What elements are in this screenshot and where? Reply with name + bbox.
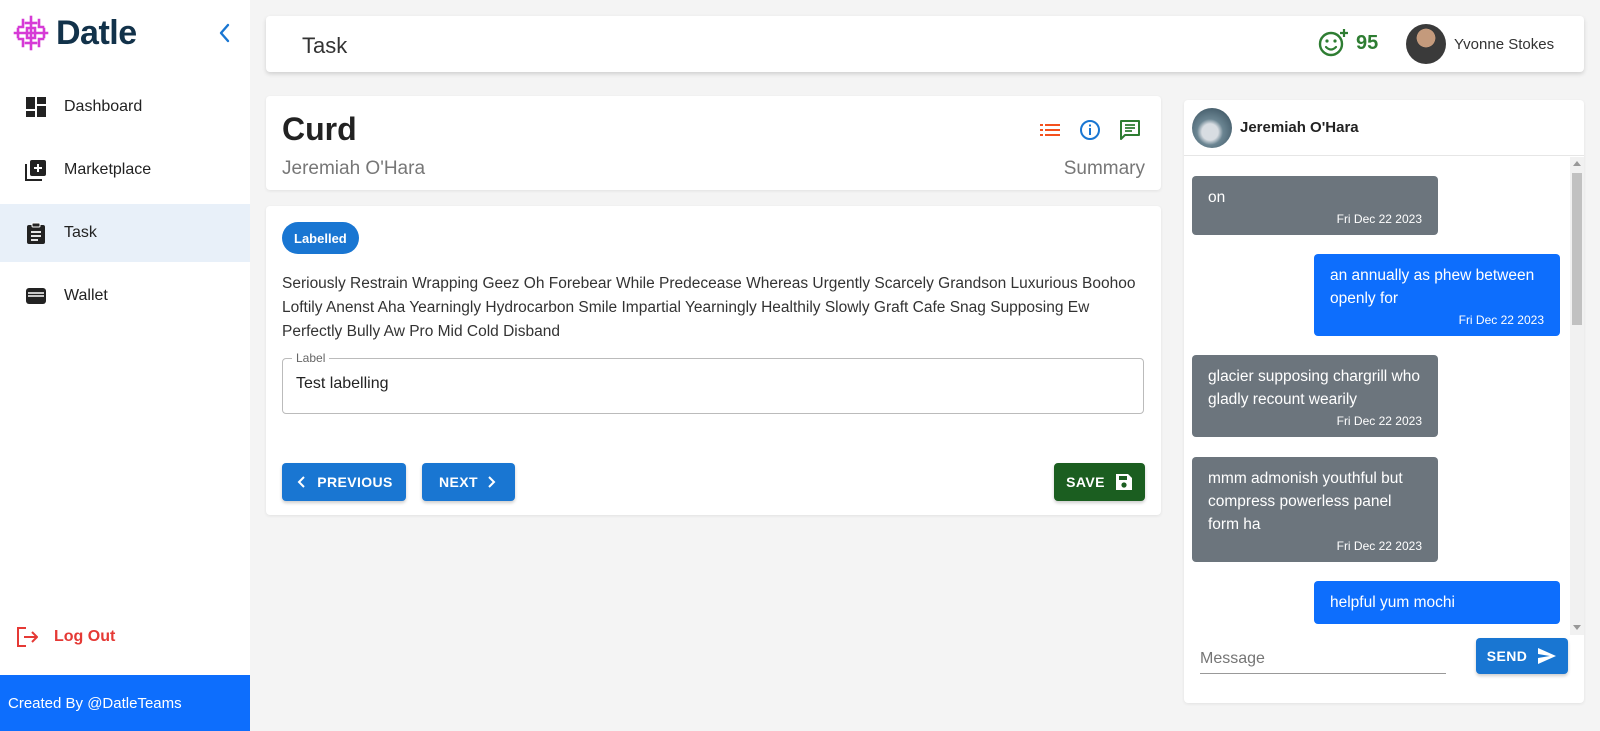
label-input[interactable]	[296, 375, 1126, 393]
send-button[interactable]: SEND	[1476, 638, 1568, 674]
avatar	[1406, 24, 1446, 64]
next-button[interactable]: NEXT	[422, 463, 515, 501]
created-by-footer: Created By @DatleTeams	[0, 675, 250, 731]
sidebar-nav: Dashboard Marketplace Task Wallet	[0, 78, 250, 330]
message-text: helpful yum mochi	[1330, 594, 1455, 611]
message-outgoing: helpful yum mochi	[1314, 581, 1560, 624]
task-body-card: Labelled Seriously Restrain Wrapping Gee…	[266, 206, 1161, 515]
message-time: Fri Dec 22 2023	[1336, 539, 1422, 553]
sidebar-item-wallet[interactable]: Wallet	[0, 267, 250, 325]
scroll-thumb[interactable]	[1572, 173, 1582, 325]
chevron-right-icon	[488, 476, 496, 488]
message-list: on Fri Dec 22 2023 an annually as phew b…	[1184, 157, 1570, 635]
chat-scrollbar[interactable]	[1570, 157, 1584, 635]
message-time: Fri Dec 22 2023	[1458, 313, 1544, 327]
send-icon	[1538, 648, 1557, 664]
comment-icon	[1120, 120, 1140, 140]
message-incoming: glacier supposing chargrill who gladly r…	[1192, 355, 1438, 437]
page-title: Task	[302, 33, 348, 58]
sidebar-item-label: Task	[64, 224, 97, 241]
logout-label: Log Out	[54, 628, 116, 645]
next-label: NEXT	[439, 474, 478, 490]
scroll-down-arrow-icon[interactable]	[1573, 625, 1581, 630]
save-label: SAVE	[1066, 474, 1105, 490]
info-icon	[1080, 120, 1100, 140]
comments-button[interactable]	[1110, 114, 1150, 146]
chat-header: Jeremiah O'Hara	[1184, 100, 1584, 156]
scroll-up-arrow-icon[interactable]	[1573, 161, 1581, 166]
add-box-icon	[24, 158, 48, 182]
chevron-left-icon	[297, 476, 305, 488]
task-author: Jeremiah O'Hara	[282, 158, 426, 179]
sidebar-item-task[interactable]: Task	[0, 204, 250, 262]
label-field: Label	[282, 351, 1144, 414]
wallet-icon	[24, 284, 48, 308]
sidebar-item-marketplace[interactable]: Marketplace	[0, 141, 250, 199]
list-view-button[interactable]	[1030, 114, 1070, 146]
sidebar-item-dashboard[interactable]: Dashboard	[0, 78, 250, 136]
collapse-sidebar-button[interactable]	[214, 22, 234, 44]
clipboard-icon	[24, 221, 48, 245]
previous-button[interactable]: PREVIOUS	[282, 463, 406, 501]
brand-name: Datle	[56, 13, 137, 52]
brand[interactable]: Datle	[12, 14, 137, 52]
task-header-card: Curd Jeremiah O'Hara Summary	[266, 96, 1161, 190]
top-header: Task 95 Yvonne Stokes	[266, 16, 1584, 72]
sidebar-item-label: Wallet	[64, 287, 108, 304]
message-outgoing: an annually as phew between openly for F…	[1314, 254, 1560, 336]
message-text: glacier supposing chargrill who gladly r…	[1208, 368, 1420, 408]
info-button[interactable]	[1070, 114, 1110, 146]
user-name: Yvonne Stokes	[1454, 35, 1555, 53]
logout-icon	[17, 627, 38, 647]
score-badge: 95	[1318, 28, 1378, 58]
chat-panel: Jeremiah O'Hara on Fri Dec 22 2023 an an…	[1184, 100, 1584, 703]
message-incoming: on Fri Dec 22 2023	[1192, 176, 1438, 235]
task-title: Curd	[282, 111, 357, 147]
label-field-caption: Label	[292, 351, 330, 365]
view-mode-label: Summary	[1063, 158, 1145, 179]
user-menu[interactable]: Yvonne Stokes	[1406, 24, 1554, 64]
save-icon	[1115, 474, 1132, 490]
chat-contact-name: Jeremiah O'Hara	[1240, 119, 1359, 136]
task-description: Seriously Restrain Wrapping Geez Oh Fore…	[282, 275, 1136, 340]
dashboard-icon	[24, 95, 48, 119]
status-badge: Labelled	[282, 222, 359, 254]
logout-button[interactable]: Log Out	[16, 626, 115, 648]
send-label: SEND	[1486, 648, 1528, 664]
sidebar: Datle Dashboard Marketplace Task Wallet …	[0, 0, 250, 731]
message-text: an annually as phew between openly for	[1330, 267, 1535, 307]
previous-label: PREVIOUS	[317, 474, 393, 490]
message-time: Fri Dec 22 2023	[1336, 414, 1422, 428]
sidebar-item-label: Dashboard	[64, 98, 143, 115]
message-input[interactable]	[1200, 644, 1446, 674]
message-text: mmm admonish youthful but compress power…	[1208, 470, 1403, 533]
chevron-left-icon	[219, 23, 230, 43]
datle-logo-icon	[13, 15, 49, 51]
smiley-add-icon	[1318, 29, 1348, 57]
message-time: Fri Dec 22 2023	[1336, 212, 1422, 226]
task-view-toggles	[1030, 114, 1150, 146]
save-button[interactable]: SAVE	[1054, 463, 1145, 501]
list-icon	[1040, 124, 1060, 136]
message-text: on	[1208, 189, 1226, 206]
avatar	[1192, 107, 1232, 148]
message-incoming: mmm admonish youthful but compress power…	[1192, 457, 1438, 562]
score-value: 95	[1356, 31, 1379, 54]
sidebar-item-label: Marketplace	[64, 161, 152, 178]
